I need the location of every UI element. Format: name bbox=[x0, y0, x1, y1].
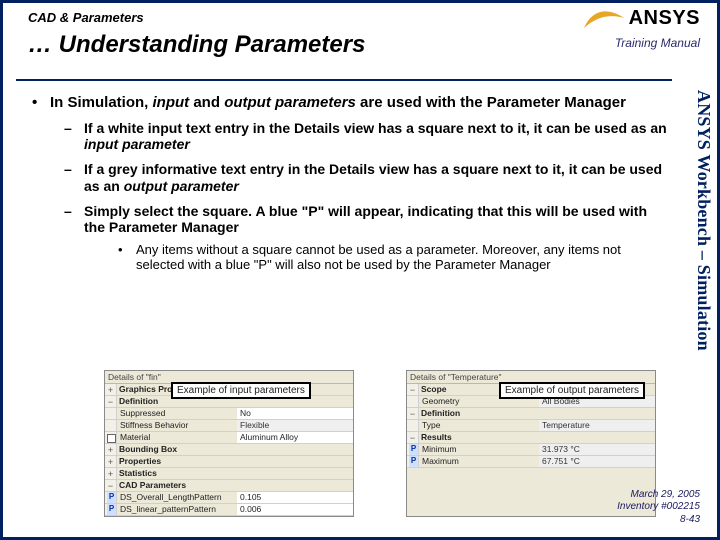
callout-output: Example of output parameters bbox=[499, 382, 645, 399]
minus-icon[interactable]: − bbox=[105, 480, 117, 491]
training-label: Training Manual bbox=[615, 36, 700, 50]
param-p-icon[interactable] bbox=[407, 444, 419, 455]
figures: Example of input parameters Details of "… bbox=[104, 370, 656, 517]
header-rule bbox=[16, 79, 672, 81]
bullet-sub-sub: Any items without a square cannot be use… bbox=[118, 243, 670, 273]
bullet-sub-2: If a grey informative text entry in the … bbox=[64, 161, 670, 193]
footer-date: March 29, 2005 bbox=[617, 489, 700, 502]
header: CAD & Parameters … Understanding Paramet… bbox=[0, 0, 720, 98]
bullet-sub-1: If a white input text entry in the Detai… bbox=[64, 120, 670, 152]
bullet-main: In Simulation, input and output paramete… bbox=[32, 94, 670, 273]
minus-icon[interactable]: − bbox=[407, 408, 419, 419]
side-label: ANSYS Workbench – Simulation bbox=[684, 90, 714, 410]
plus-icon[interactable]: + bbox=[105, 444, 117, 455]
callout-input: Example of input parameters bbox=[171, 382, 311, 399]
param-checkbox[interactable] bbox=[105, 432, 117, 443]
brand-text: ANSYS bbox=[629, 7, 700, 30]
minus-icon[interactable]: − bbox=[105, 396, 117, 407]
footer-page: 8-43 bbox=[617, 514, 700, 527]
plus-icon[interactable]: + bbox=[105, 468, 117, 479]
content: In Simulation, input and output paramete… bbox=[32, 94, 670, 279]
swoosh-icon bbox=[583, 6, 625, 30]
footer-inventory: Inventory #002215 bbox=[617, 501, 700, 514]
details-input: Example of input parameters Details of "… bbox=[104, 370, 354, 517]
minus-icon[interactable]: − bbox=[407, 384, 419, 395]
param-p-icon[interactable] bbox=[407, 456, 419, 467]
footer: March 29, 2005 Inventory #002215 8-43 bbox=[617, 489, 700, 527]
param-p-icon[interactable] bbox=[105, 504, 117, 515]
brand-logo: ANSYS bbox=[583, 6, 700, 30]
plus-icon[interactable]: + bbox=[105, 456, 117, 467]
param-p-icon[interactable] bbox=[105, 492, 117, 503]
minus-icon[interactable]: − bbox=[407, 432, 419, 443]
bullet-sub-3: Simply select the square. A blue "P" wil… bbox=[64, 203, 670, 273]
plus-icon[interactable]: + bbox=[105, 384, 117, 395]
